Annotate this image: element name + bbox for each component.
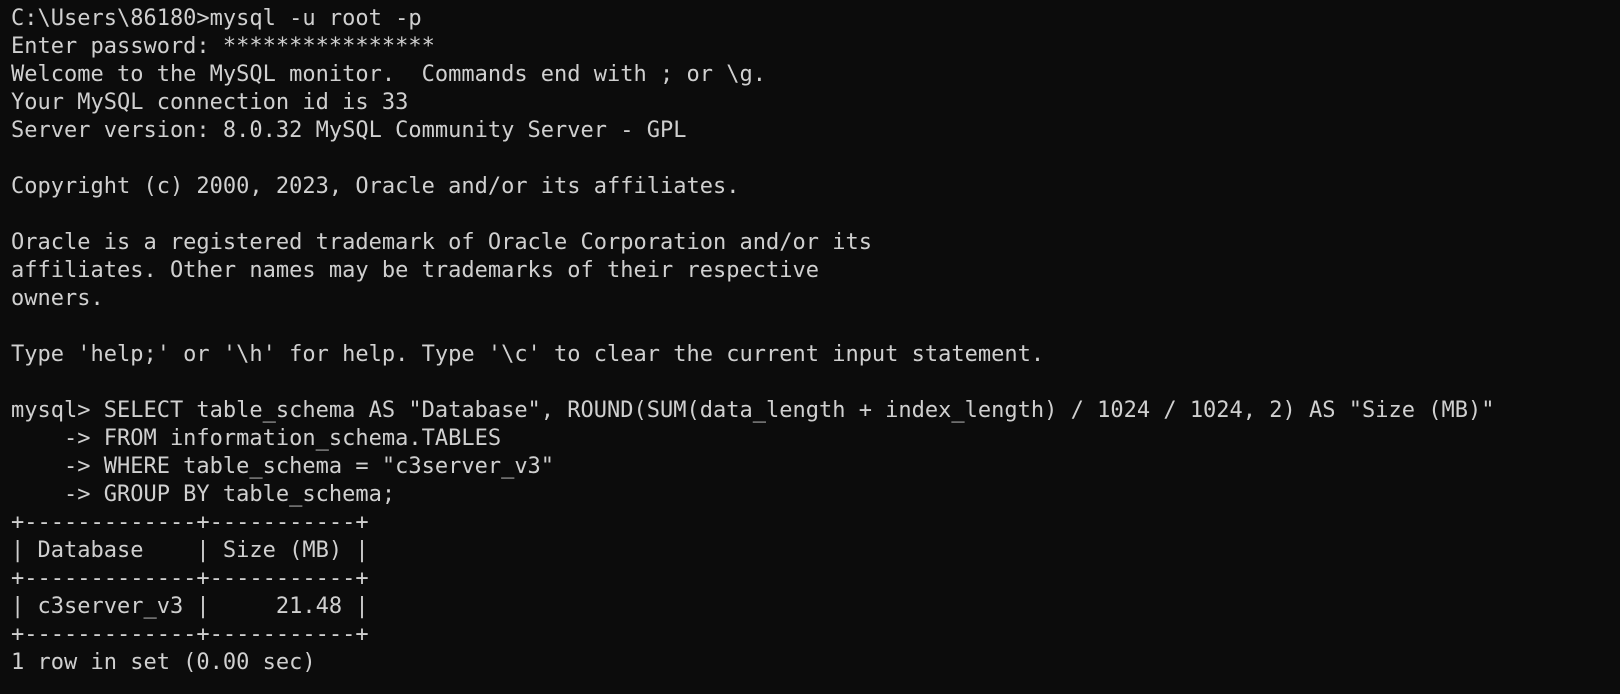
result-table-row: | c3server_v3 | 21.48 | — [11, 594, 369, 619]
sql-query-line-4: -> GROUP BY table_schema; — [11, 482, 396, 507]
trademark-line-3: owners. — [11, 286, 104, 311]
sql-query-line-3: -> WHERE table_schema = "c3server_v3" — [11, 454, 555, 479]
result-summary-line: 1 row in set (0.00 sec) — [11, 650, 316, 675]
sql-query-line-2: -> FROM information_schema.TABLES — [11, 426, 502, 451]
result-table-border: +-------------+-----------+ — [11, 566, 369, 591]
copyright-line: Copyright (c) 2000, 2023, Oracle and/or … — [11, 174, 740, 199]
result-table-border: +-------------+-----------+ — [11, 622, 369, 647]
password-line: Enter password: **************** — [11, 34, 435, 59]
trademark-line-1: Oracle is a registered trademark of Orac… — [11, 230, 872, 255]
sql-query-line-1: mysql> SELECT table_schema AS "Database"… — [11, 398, 1495, 423]
help-hint-line: Type 'help;' or '\h' for help. Type '\c'… — [11, 342, 1045, 367]
welcome-line: Welcome to the MySQL monitor. Commands e… — [11, 62, 766, 87]
trademark-line-2: affiliates. Other names may be trademark… — [11, 258, 819, 283]
terminal-window[interactable]: C:\Users\86180>mysql -u root -p Enter pa… — [0, 0, 1620, 694]
prompt-command-line: C:\Users\86180>mysql -u root -p — [11, 6, 422, 31]
result-table-header: | Database | Size (MB) | — [11, 538, 369, 563]
connection-id-line: Your MySQL connection id is 33 — [11, 90, 409, 115]
result-table-border: +-------------+-----------+ — [11, 510, 369, 535]
server-version-line: Server version: 8.0.32 MySQL Community S… — [11, 118, 687, 143]
